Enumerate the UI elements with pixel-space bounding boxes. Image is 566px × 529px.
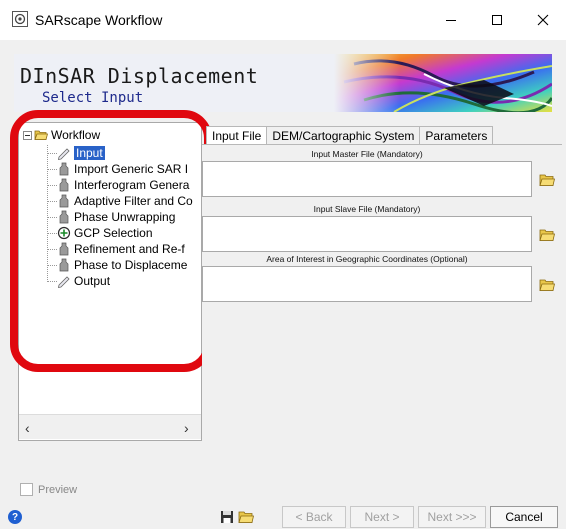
input-pencil-icon xyxy=(57,148,70,160)
tree-item-adaptive-filter[interactable]: Adaptive Filter and Co xyxy=(57,193,193,209)
slave-file-label: Input Slave File (Mandatory) xyxy=(313,204,421,214)
tree-item-import-generic-sar[interactable]: Import Generic SAR I xyxy=(57,161,188,177)
bottom-bar: ? < Back Next > Next >>> Cancel xyxy=(0,505,566,529)
tab-dem-cartographic-system[interactable]: DEM/Cartographic System xyxy=(266,126,421,145)
tab-parameters[interactable]: Parameters xyxy=(419,126,494,145)
step-icon xyxy=(59,210,69,224)
preview-checkbox[interactable]: Preview xyxy=(20,483,77,496)
preview-label: Preview xyxy=(38,483,78,496)
tree-horizontal-scrollbar[interactable]: ‹ › xyxy=(19,414,201,439)
minimize-icon xyxy=(446,20,456,21)
tree-item-gcp-selection[interactable]: GCP Selection xyxy=(57,225,153,241)
tree-item-label: Phase Unwrapping xyxy=(74,210,176,224)
back-button[interactable]: < Back xyxy=(282,506,346,528)
tree-item-label: Interferogram Genera xyxy=(74,178,190,192)
tree-connector xyxy=(47,185,57,186)
tree-root-workflow[interactable]: Workflow xyxy=(23,127,100,143)
tree-connector xyxy=(47,217,57,218)
page-subtitle: Select Input xyxy=(42,90,144,106)
tree-item-input[interactable]: Input xyxy=(57,145,105,161)
window-title: SARscape Workflow xyxy=(35,12,163,28)
aoi-label: Area of Interest in Geographic Coordinat… xyxy=(266,254,468,264)
interferogram-banner-image xyxy=(334,54,552,112)
tree-connector xyxy=(47,265,57,266)
maximize-button[interactable] xyxy=(474,0,520,40)
tree-item-label: Adaptive Filter and Co xyxy=(74,194,193,208)
open-folder-icon[interactable] xyxy=(539,228,555,242)
app-icon xyxy=(12,11,28,27)
tree-connector xyxy=(47,169,57,170)
input-file-panel: Input Master File (Mandatory) Input Slav… xyxy=(202,144,562,440)
next-button[interactable]: Next > xyxy=(350,506,414,528)
tree-item-label: Output xyxy=(74,274,111,288)
tree-item-label: Import Generic SAR I xyxy=(74,162,189,176)
tree-item-label: GCP Selection xyxy=(74,226,153,240)
tree-item-label: Input xyxy=(74,146,105,160)
step-icon xyxy=(59,178,69,192)
title-bar: SARscape Workflow xyxy=(0,0,566,40)
tree-item-interferogram-generation[interactable]: Interferogram Genera xyxy=(57,177,189,193)
workflow-tree: Workflow Input Import Generic SAR I Inte… xyxy=(19,123,201,413)
minimize-button[interactable] xyxy=(428,0,474,40)
window-client: DInSAR Displacement Select Input Workflo… xyxy=(0,40,566,529)
tab-input-file[interactable]: Input File xyxy=(206,126,268,145)
step-icon xyxy=(59,194,69,208)
collapse-minus-icon[interactable] xyxy=(23,130,32,140)
help-icon[interactable]: ? xyxy=(8,510,22,524)
workflow-tree-panel[interactable]: Workflow Input Import Generic SAR I Inte… xyxy=(18,122,202,441)
master-file-label: Input Master File (Mandatory) xyxy=(311,149,423,159)
scroll-left-icon[interactable]: ‹ xyxy=(25,420,30,436)
tree-root-label: Workflow xyxy=(51,128,101,142)
folder-open-icon xyxy=(34,130,48,140)
open-folder-icon[interactable] xyxy=(539,278,555,292)
master-file-list[interactable] xyxy=(202,161,532,197)
tree-connector xyxy=(47,145,48,282)
tree-connector xyxy=(47,153,57,154)
tab-bar: Input File DEM/Cartographic System Param… xyxy=(206,126,494,145)
tree-connector xyxy=(47,249,57,250)
tree-item-label: Refinement and Re-f xyxy=(74,242,185,256)
output-pencil-icon xyxy=(57,276,70,288)
maximize-icon xyxy=(492,15,502,25)
step-icon xyxy=(59,162,69,176)
close-icon xyxy=(537,14,549,26)
workflow-header: DInSAR Displacement Select Input xyxy=(14,54,552,112)
close-button[interactable] xyxy=(520,0,566,40)
open-folder-icon[interactable] xyxy=(539,173,555,187)
gcp-plus-icon xyxy=(57,226,71,240)
scroll-right-icon[interactable]: › xyxy=(184,420,189,436)
open-folder-icon[interactable] xyxy=(238,510,254,524)
tree-item-phase-unwrapping[interactable]: Phase Unwrapping xyxy=(57,209,175,225)
tree-connector xyxy=(47,201,57,202)
save-icon[interactable] xyxy=(220,510,234,524)
aoi-file-list[interactable] xyxy=(202,266,532,302)
step-icon xyxy=(59,242,69,256)
cancel-button[interactable]: Cancel xyxy=(490,506,558,528)
checkbox-box[interactable] xyxy=(20,483,33,496)
step-icon xyxy=(59,258,69,272)
tree-item-output[interactable]: Output xyxy=(57,273,110,289)
tree-item-refinement[interactable]: Refinement and Re-f xyxy=(57,241,185,257)
page-title: DInSAR Displacement xyxy=(20,64,259,88)
tree-connector xyxy=(47,281,57,282)
tree-item-label: Phase to Displaceme xyxy=(74,258,188,272)
tree-connector xyxy=(47,233,57,234)
next-all-button[interactable]: Next >>> xyxy=(418,506,486,528)
slave-file-list[interactable] xyxy=(202,216,532,252)
tree-item-phase-to-displacement[interactable]: Phase to Displaceme xyxy=(57,257,187,273)
